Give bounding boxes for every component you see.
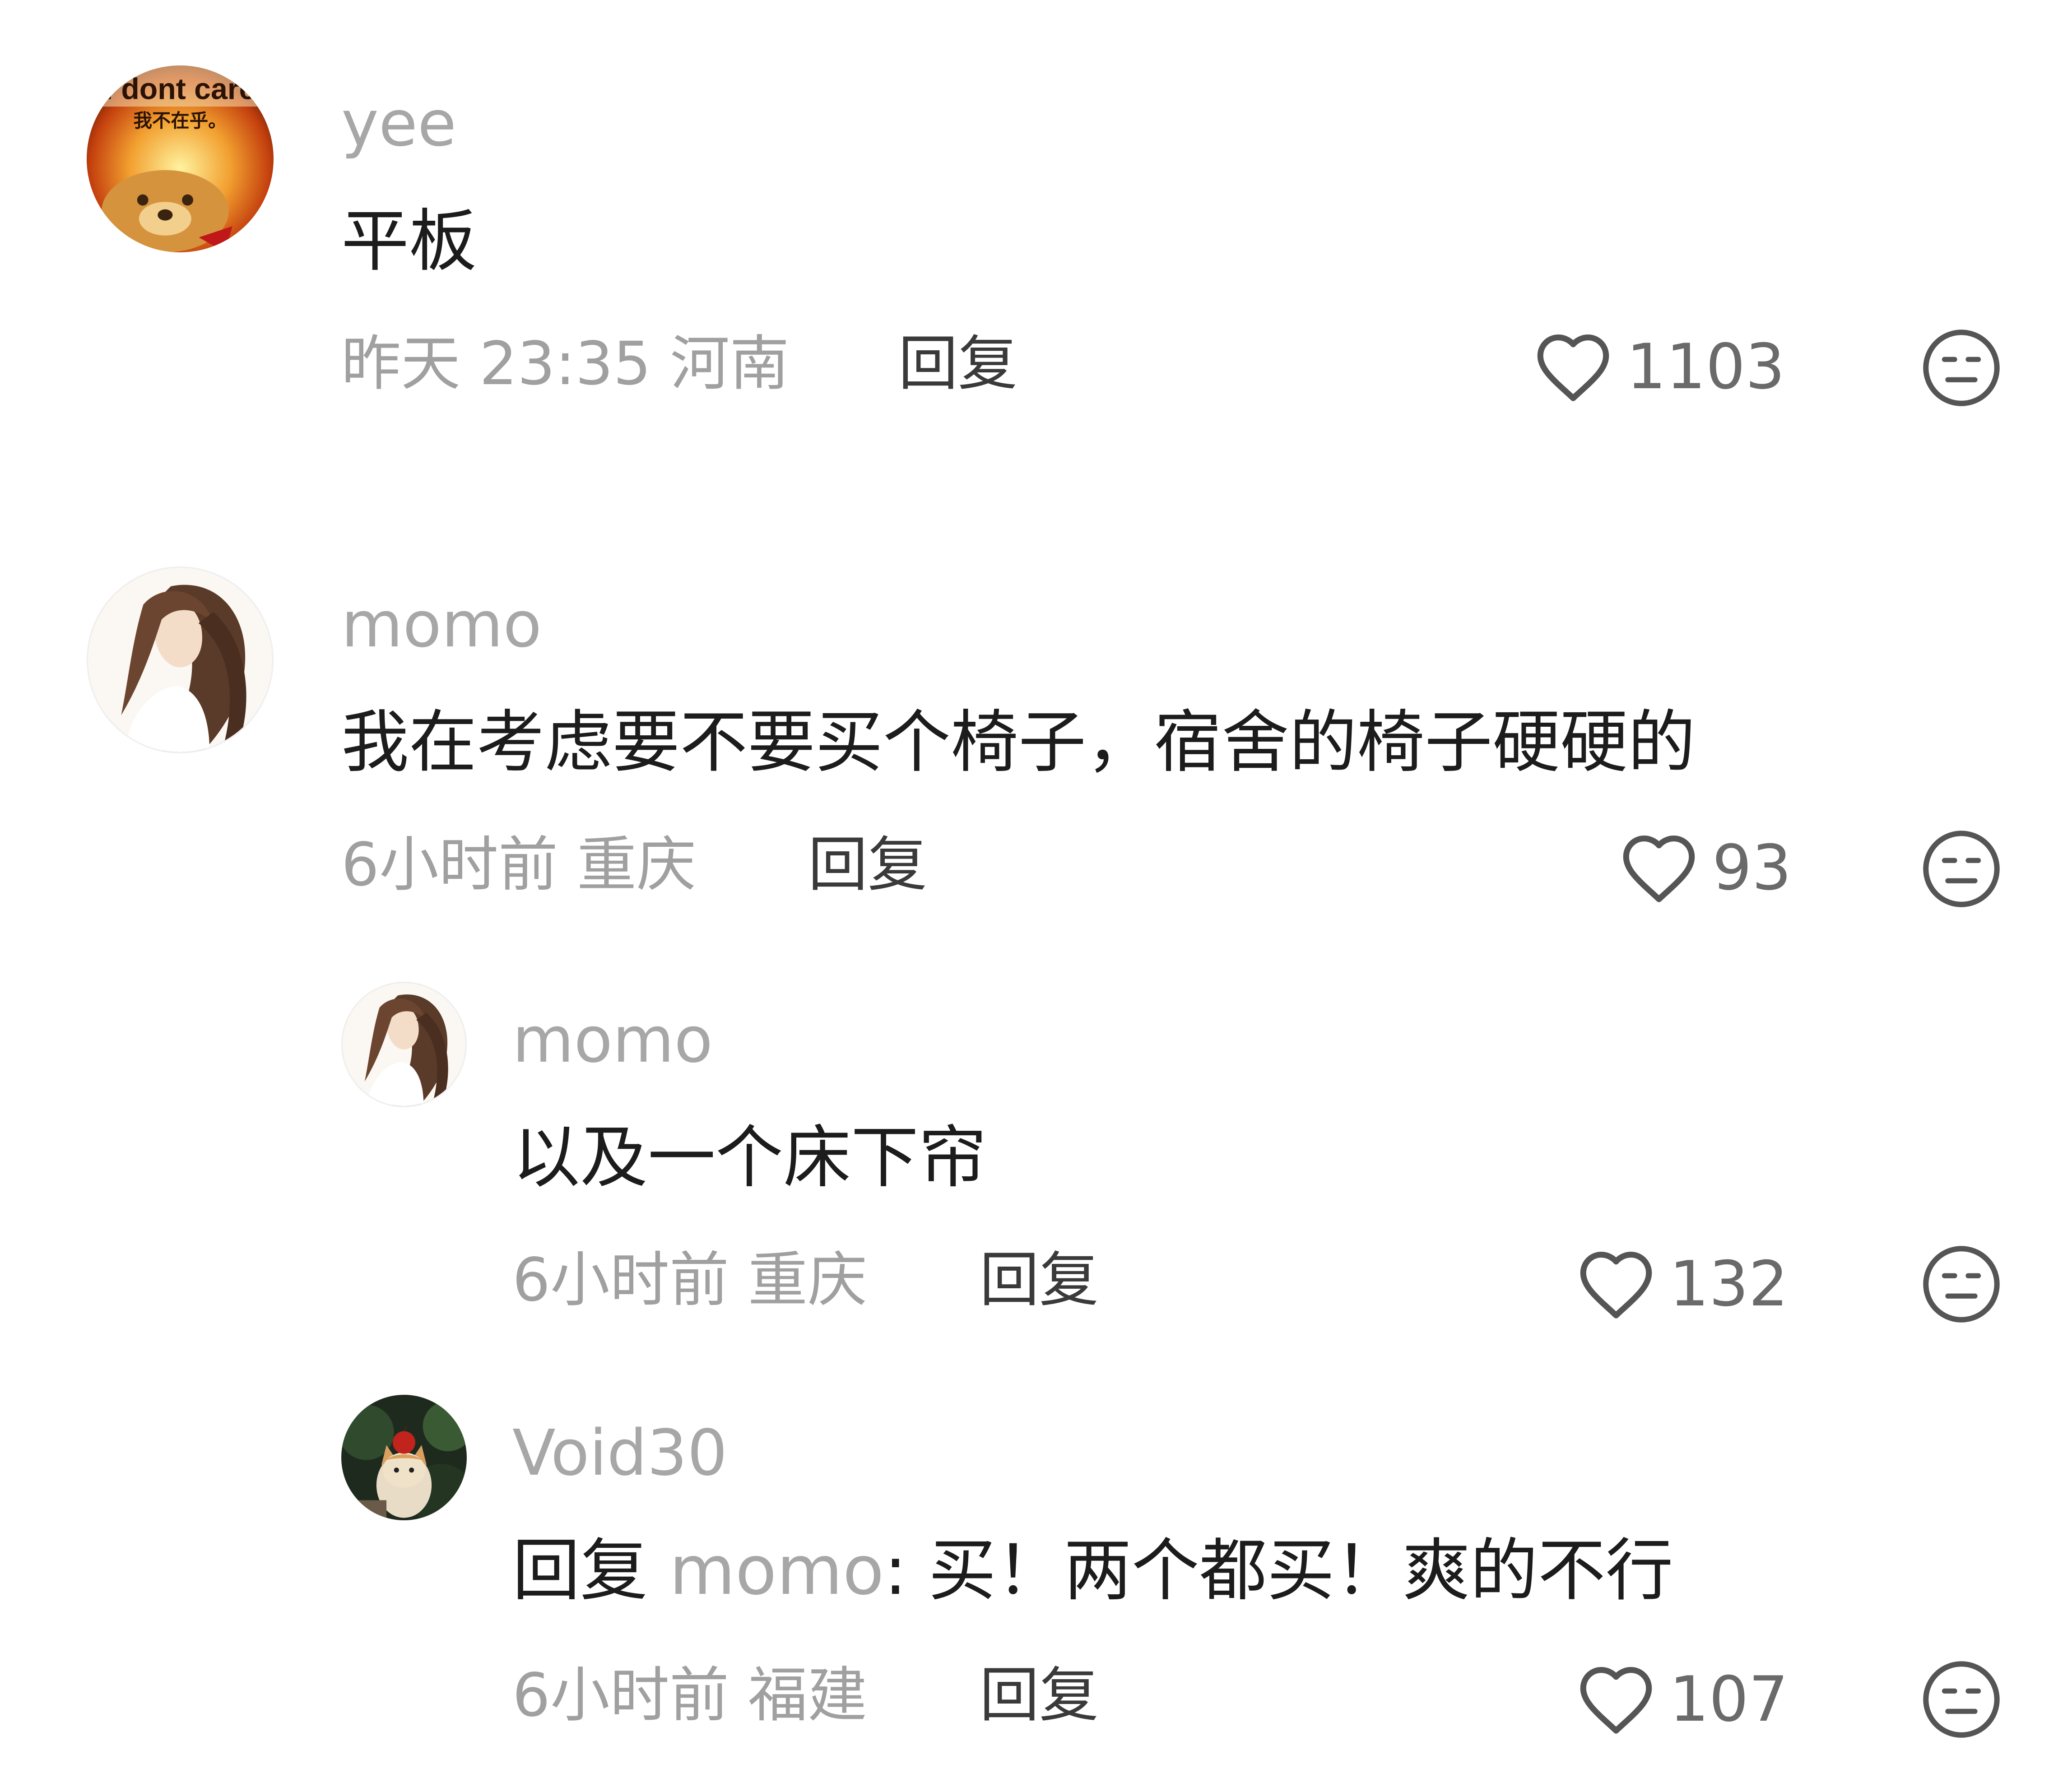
- heart-outline-icon: [1623, 836, 1695, 902]
- dislike-button[interactable]: [1921, 1659, 2002, 1740]
- dislike-button[interactable]: [1921, 1244, 2002, 1325]
- heart-outline-icon: [1580, 1252, 1652, 1319]
- comment-username[interactable]: yee: [341, 93, 456, 156]
- avatar[interactable]: I dont care 我不在乎。: [87, 65, 274, 252]
- like-button[interactable]: 107: [1575, 1661, 1788, 1738]
- dislike-button[interactable]: [1921, 828, 2002, 910]
- dislike-button[interactable]: [1921, 327, 2002, 409]
- reply-prefix: 回复: [512, 1532, 648, 1610]
- avatar[interactable]: [341, 1395, 467, 1520]
- reply-time: 6小时前: [512, 1661, 729, 1730]
- comment-location: 河南: [670, 329, 790, 399]
- reply-button[interactable]: 回复: [980, 1666, 1099, 1725]
- like-button[interactable]: 93: [1618, 830, 1792, 906]
- comment-username[interactable]: momo: [341, 594, 542, 657]
- comment-text: 平板: [341, 202, 477, 281]
- reply-text: 以及一个床下帘: [512, 1119, 987, 1197]
- like-button[interactable]: 1103: [1533, 329, 1785, 405]
- meh-face-icon: [1923, 330, 2000, 406]
- reply-button[interactable]: 回复: [980, 1250, 1099, 1310]
- like-count: 132: [1669, 1248, 1789, 1320]
- reply-location: 福建: [748, 1661, 867, 1730]
- comment-text: 我在考虑要不要买个椅子，宿舍的椅子硬硬的: [341, 703, 1696, 782]
- mention-username[interactable]: momo: [669, 1532, 884, 1610]
- reply-location: 重庆: [748, 1245, 867, 1315]
- meh-face-icon: [1923, 1661, 2000, 1738]
- reply-time: 6小时前: [512, 1245, 729, 1315]
- avatar-text-zh: 我不在乎。: [134, 110, 227, 132]
- comment-meta: 6小时前 重庆: [341, 835, 696, 895]
- reply-meta: 6小时前 重庆: [512, 1250, 867, 1310]
- comment-time: 昨天 23:35: [341, 329, 651, 399]
- reply-username[interactable]: momo: [512, 1009, 713, 1072]
- comment-meta: 昨天 23:35 河南: [341, 334, 789, 394]
- comment-time: 6小时前: [341, 830, 558, 900]
- like-count: 1103: [1626, 330, 1785, 403]
- avatar-text-en: I dont care: [105, 73, 256, 106]
- avatar[interactable]: [87, 566, 274, 753]
- comment-location: 重庆: [576, 830, 696, 900]
- reply-text: 回复 momo: 买！两个都买！爽的不行: [512, 1537, 1673, 1605]
- avatar[interactable]: [341, 982, 467, 1107]
- reply-username[interactable]: Void30: [512, 1422, 727, 1485]
- meh-face-icon: [1923, 831, 2000, 907]
- reply-meta: 6小时前 福建: [512, 1666, 867, 1725]
- like-button[interactable]: 132: [1575, 1246, 1788, 1323]
- heart-outline-icon: [1580, 1667, 1652, 1734]
- heart-outline-icon: [1537, 334, 1609, 401]
- reply-button[interactable]: 回复: [898, 334, 1017, 394]
- like-count: 107: [1669, 1663, 1789, 1736]
- reply-body: : 买！两个都买！爽的不行: [884, 1532, 1673, 1610]
- meh-face-icon: [1923, 1246, 2000, 1323]
- like-count: 93: [1712, 831, 1792, 904]
- reply-button[interactable]: 回复: [808, 835, 927, 895]
